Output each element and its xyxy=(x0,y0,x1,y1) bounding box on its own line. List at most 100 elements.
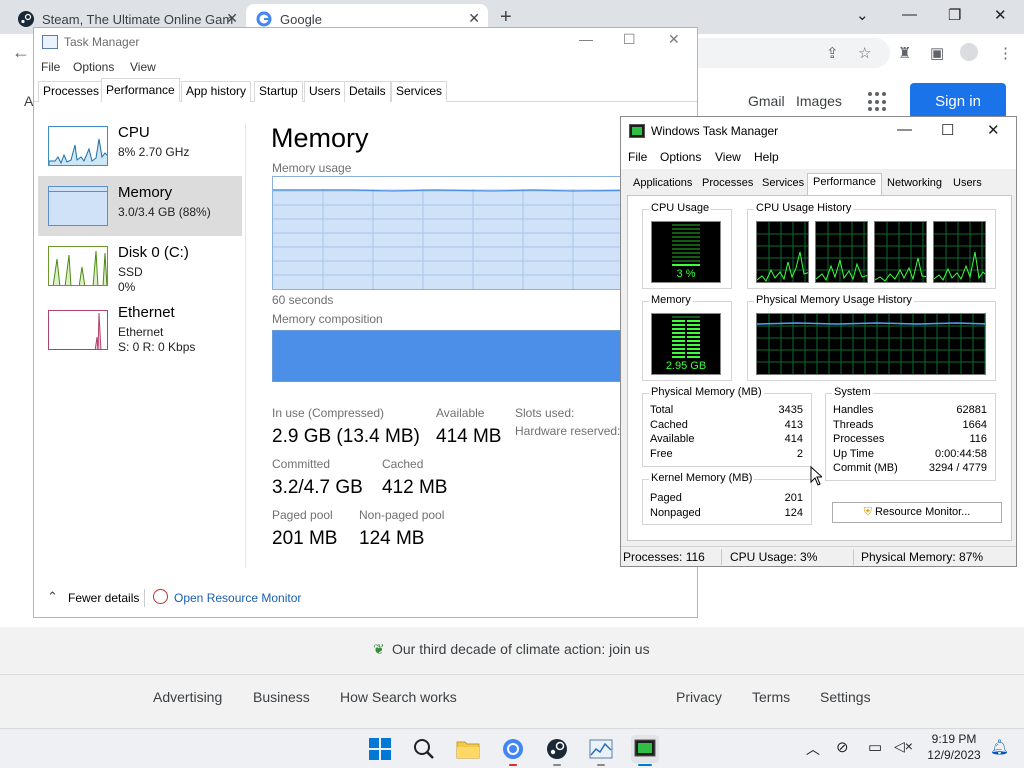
share-icon[interactable]: ⇪ xyxy=(826,44,839,62)
sidebar-item-cpu[interactable]: CPU 8% 2.70 GHz xyxy=(38,116,242,176)
tab-app-history[interactable]: App history xyxy=(181,81,252,102)
title-bar[interactable]: Task Manager — ☐ ✕ xyxy=(34,28,697,56)
close-button[interactable]: ✕ xyxy=(668,31,680,48)
stat-row-cached: Cached 413 xyxy=(643,419,811,433)
stat-value: 414 xyxy=(784,433,803,445)
steam-taskbar-button[interactable] xyxy=(543,735,571,766)
window-title: Windows Task Manager xyxy=(651,124,779,138)
close-icon[interactable]: ✕ xyxy=(226,10,238,27)
tab-users[interactable]: Users xyxy=(304,81,346,102)
tab-services[interactable]: Services xyxy=(391,81,448,102)
close-button[interactable]: ✕ xyxy=(987,121,1000,139)
sidebar-item-ethernet[interactable]: Ethernet Ethernet S: 0 R: 0 Kbps xyxy=(38,296,242,356)
resource-monitor-button-label: Resource Monitor... xyxy=(874,506,971,518)
back-arrow-icon[interactable]: ← xyxy=(12,42,30,63)
more-menu-icon[interactable]: ⋮ xyxy=(998,44,1013,62)
minimize-button[interactable]: — xyxy=(897,121,912,138)
advertising-link[interactable]: Advertising xyxy=(153,689,222,705)
open-resource-monitor-link[interactable]: Open Resource Monitor xyxy=(174,591,301,605)
memory-composition-label: Memory composition xyxy=(272,312,383,326)
windows-taskbar: ︿ ⊘ ▭ ◁× 9:19 PM 12/9/2023 🔔︎ xyxy=(0,728,1024,768)
tab-applications[interactable]: Applications xyxy=(633,177,692,189)
title-bar[interactable]: Windows Task Manager — ☐ ✕ xyxy=(621,117,1016,145)
close-icon[interactable]: ✕ xyxy=(468,10,480,27)
privacy-link[interactable]: Privacy xyxy=(676,689,722,705)
task-manager-taskbar-button[interactable] xyxy=(587,735,615,766)
chrome-taskbar-button[interactable] xyxy=(499,735,527,766)
cached-label: Cached xyxy=(382,457,424,471)
minimize-button[interactable]: — xyxy=(579,31,593,47)
tab-startup[interactable]: Startup xyxy=(254,81,303,102)
stat-key: Processes xyxy=(833,433,885,445)
google-apps-icon[interactable] xyxy=(868,92,888,112)
minimize-button[interactable]: — xyxy=(902,6,917,23)
bookmark-star-icon[interactable]: ☆ xyxy=(858,44,871,62)
business-link[interactable]: Business xyxy=(253,689,310,705)
menu-help[interactable]: Help xyxy=(754,150,779,164)
sidebar-item-memory[interactable]: Memory 3.0/3.4 GB (88%) xyxy=(38,176,242,236)
sign-in-button[interactable]: Sign in xyxy=(910,83,1006,119)
maximize-button[interactable]: ☐ xyxy=(623,31,636,48)
new-tab-button[interactable]: + xyxy=(500,6,512,29)
chevron-up-icon[interactable]: ︿ xyxy=(806,739,820,759)
volume-muted-icon[interactable]: ◁× xyxy=(894,738,913,755)
menu-options[interactable]: Options xyxy=(73,60,114,74)
profile-avatar[interactable] xyxy=(960,43,978,61)
menu-file[interactable]: File xyxy=(628,150,647,164)
memory-meter: 2.95 GB xyxy=(651,313,721,375)
sidebar-item-disk[interactable]: Disk 0 (C:) SSD 0% xyxy=(38,236,242,296)
terms-link[interactable]: Terms xyxy=(752,689,790,705)
leaf-icon: ❦ xyxy=(373,641,385,657)
display-icon[interactable]: ▭ xyxy=(868,738,882,756)
disk-thumbnail-graph xyxy=(48,246,108,286)
performance-panel: CPU Usage 3 % CPU Usage History Memory 2… xyxy=(627,195,1012,541)
active-indicator xyxy=(638,764,652,766)
menu-view[interactable]: View xyxy=(130,60,156,74)
network-icon[interactable]: ⊘ xyxy=(836,738,849,756)
maximize-button[interactable]: ☐ xyxy=(941,121,954,139)
graph-duration-label: 60 seconds xyxy=(272,293,334,307)
fewer-details-button[interactable]: Fewer details xyxy=(68,591,139,605)
search-button[interactable] xyxy=(410,735,438,763)
how-search-works-link[interactable]: How Search works xyxy=(340,689,457,705)
climate-link[interactable]: Our third decade of climate action: join… xyxy=(392,641,650,657)
side-panel-icon[interactable]: ▣ xyxy=(930,44,944,62)
available-value: 414 MB xyxy=(436,426,502,447)
windows-task-manager-window: Windows Task Manager — ☐ ✕ File Options … xyxy=(620,116,1017,567)
menu-options[interactable]: Options xyxy=(660,150,701,164)
tab-users[interactable]: Users xyxy=(953,177,982,189)
physical-memory-history-label: Physical Memory Usage History xyxy=(754,294,914,306)
hardware-reserved-label: Hardware reserved: xyxy=(515,424,621,438)
tab-processes[interactable]: Processes xyxy=(702,177,753,189)
stat-row-available: Available 414 xyxy=(643,433,811,447)
start-button[interactable] xyxy=(366,735,394,763)
notification-bell-icon[interactable]: 🔔︎ xyxy=(990,738,1009,756)
stat-value: 116 xyxy=(969,433,987,445)
maximize-button[interactable]: ❐ xyxy=(948,6,961,24)
windows-task-manager-taskbar-button[interactable] xyxy=(631,735,659,766)
file-explorer-button[interactable] xyxy=(454,735,482,763)
tab-performance[interactable]: Performance xyxy=(101,78,180,102)
stat-row-processes: Processes 116 xyxy=(826,433,995,447)
chevron-up-icon[interactable]: ⌃ xyxy=(47,589,58,605)
stat-key: Nonpaged xyxy=(650,507,701,519)
stat-row-uptime: Up Time 0:00:44:58 xyxy=(826,448,995,462)
menu-view[interactable]: View xyxy=(715,150,741,164)
settings-link[interactable]: Settings xyxy=(820,689,871,705)
tab-services[interactable]: Services xyxy=(762,177,804,189)
sidebar-ethernet-adapter: Ethernet xyxy=(118,325,164,339)
tab-networking[interactable]: Networking xyxy=(887,177,942,189)
menu-file[interactable]: File xyxy=(41,60,60,74)
tab-performance[interactable]: Performance xyxy=(807,173,882,195)
extensions-icon[interactable]: ♜ xyxy=(898,44,911,62)
system-clock[interactable]: 9:19 PM 12/9/2023 xyxy=(922,731,986,763)
tab-strip: Processes Performance App history Startu… xyxy=(34,78,697,102)
tab-processes[interactable]: Processes xyxy=(38,81,105,102)
tab-details[interactable]: Details xyxy=(344,81,391,102)
gmail-link[interactable]: Gmail xyxy=(748,93,785,109)
images-link[interactable]: Images xyxy=(796,93,842,109)
close-button[interactable]: ✕ xyxy=(994,6,1007,24)
clock-date: 12/9/2023 xyxy=(927,748,981,762)
resource-monitor-button[interactable]: ⛨ Resource Monitor... xyxy=(832,502,1002,523)
tab-search-icon[interactable]: ⌄ xyxy=(856,6,869,24)
